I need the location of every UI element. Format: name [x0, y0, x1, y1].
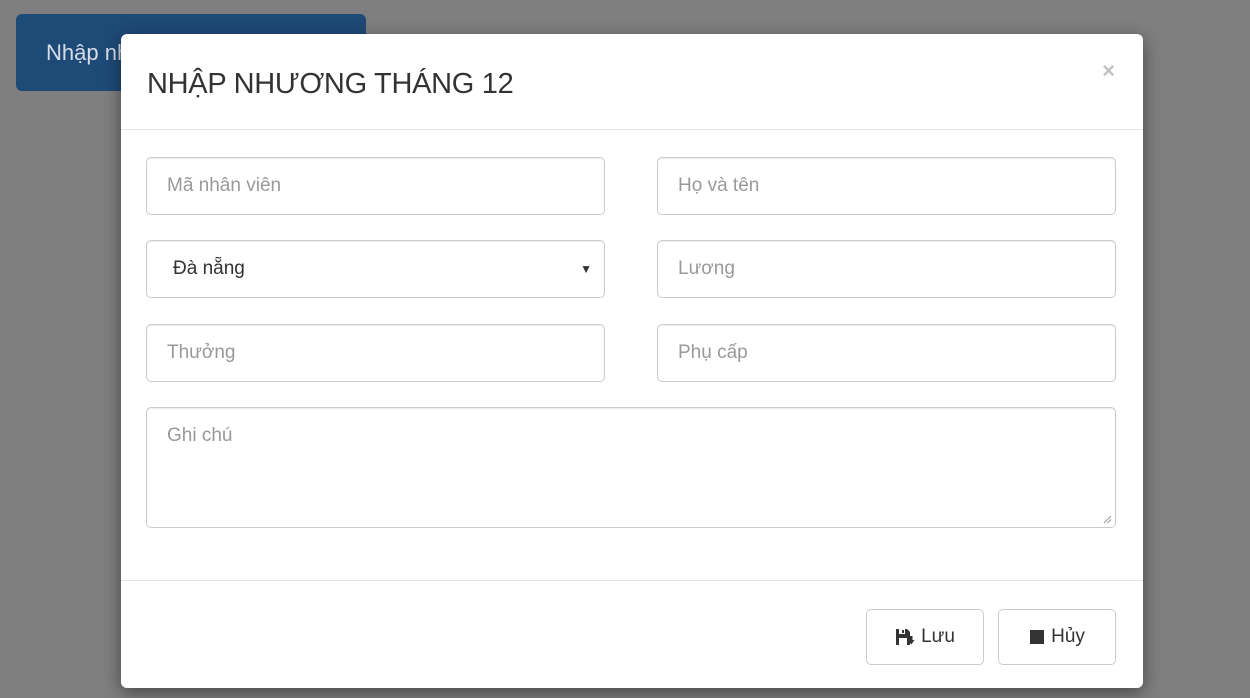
salary-input[interactable]: [657, 240, 1116, 298]
note-textarea[interactable]: [146, 407, 1116, 528]
location-select-value: Đà nẵng: [173, 258, 245, 279]
note-wrapper: [146, 407, 1116, 528]
employee-id-input[interactable]: [146, 157, 605, 215]
stop-square-icon: [1029, 629, 1045, 645]
modal-footer: Lưu Hủy: [121, 580, 1143, 688]
cancel-button[interactable]: Hủy: [998, 609, 1116, 665]
salary-entry-modal: NHẬP NHƯƠNG THÁNG 12 × Đà nẵng ▼: [121, 34, 1143, 688]
location-select[interactable]: Đà nẵng ▼: [146, 240, 605, 298]
save-button-label: Lưu: [921, 626, 955, 647]
full-name-input[interactable]: [657, 157, 1116, 215]
resize-handle-icon[interactable]: [1103, 515, 1112, 524]
save-button[interactable]: Lưu: [866, 609, 984, 665]
modal-title: NHẬP NHƯƠNG THÁNG 12: [147, 68, 514, 100]
allowance-input[interactable]: [657, 324, 1116, 382]
modal-header: NHẬP NHƯƠNG THÁNG 12 ×: [121, 34, 1143, 130]
close-icon[interactable]: ×: [1102, 60, 1115, 82]
cancel-button-label: Hủy: [1051, 626, 1085, 647]
caret-down-icon: ▼: [580, 262, 592, 276]
bonus-input[interactable]: [146, 324, 605, 382]
floppy-disk-icon: [895, 628, 915, 646]
